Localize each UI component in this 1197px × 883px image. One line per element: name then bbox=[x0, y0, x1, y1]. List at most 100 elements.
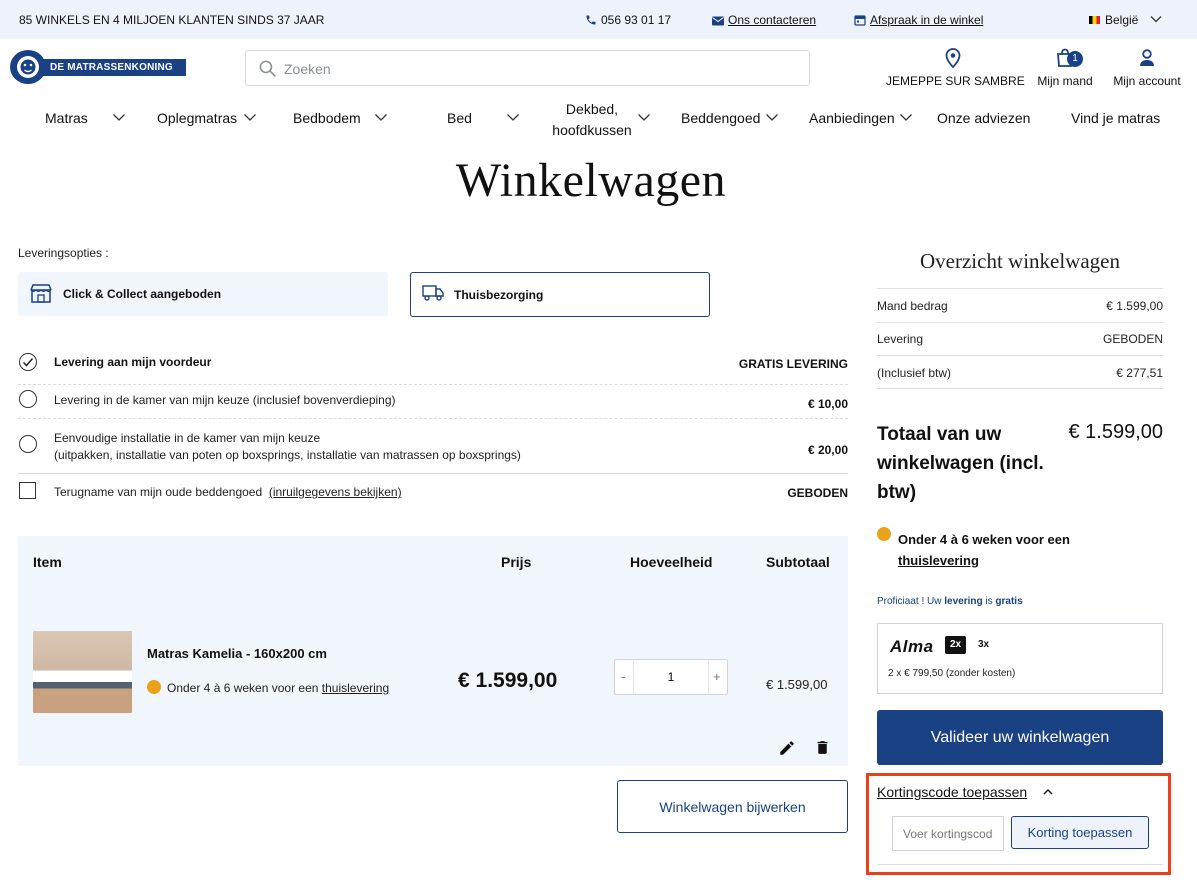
nav-item-oplegmatras[interactable]: Oplegmatras bbox=[157, 110, 237, 126]
option-front-door-label: Levering aan mijn voordeur bbox=[54, 355, 212, 369]
nav-item-adviezen[interactable]: Onze adviezen bbox=[937, 110, 1030, 126]
contact-link[interactable]: Ons contacteren bbox=[712, 13, 816, 27]
alma-2x-option[interactable]: 2x bbox=[945, 636, 966, 654]
summary-delivery-link[interactable]: thuislevering bbox=[898, 553, 979, 568]
cart-link[interactable]: Mijn mand bbox=[1033, 48, 1097, 88]
total-label: Totaal van uw winkelwagen (incl. btw) bbox=[877, 424, 1044, 503]
status-dot-icon bbox=[147, 680, 161, 694]
column-header-price: Prijs bbox=[501, 554, 532, 570]
nav-item-bedbodem[interactable]: Bedbodem bbox=[293, 110, 361, 126]
option-room-delivery-price: € 10,00 bbox=[807, 397, 848, 411]
summary-row-basket: Mand bedrag € 1.599,00 bbox=[877, 299, 1163, 313]
option-installation-price: € 20,00 bbox=[807, 443, 848, 457]
account-link[interactable]: Mijn account bbox=[1108, 48, 1186, 88]
search-icon bbox=[259, 60, 276, 77]
mail-icon bbox=[712, 16, 724, 26]
trash-icon[interactable] bbox=[814, 738, 831, 757]
divider bbox=[18, 418, 848, 419]
cart-table bbox=[18, 536, 848, 766]
column-header-item: Item bbox=[33, 554, 62, 570]
summary-basket-label: Mand bedrag bbox=[877, 299, 948, 313]
store-icon bbox=[30, 284, 52, 303]
total-value: € 1.599,00 bbox=[1068, 421, 1163, 443]
radio-room-delivery[interactable] bbox=[19, 390, 37, 408]
checkbox-take-back[interactable] bbox=[19, 482, 36, 499]
alma-payment-box[interactable]: Alma 2x 3x 2 x € 799,50 (zonder kosten) bbox=[877, 623, 1163, 694]
nav-dekbed-line2: hoofdkussen bbox=[552, 122, 632, 138]
chevron-down-icon[interactable] bbox=[637, 110, 651, 124]
search-input[interactable] bbox=[284, 59, 784, 79]
quantity-input[interactable] bbox=[633, 660, 709, 694]
home-delivery-option[interactable]: Thuisbezorging bbox=[410, 272, 710, 317]
nav-item-aanbiedingen[interactable]: Aanbiedingen bbox=[809, 110, 895, 126]
divider bbox=[877, 288, 1163, 289]
cart-label: Mijn mand bbox=[1037, 74, 1093, 88]
country-label: België bbox=[1105, 13, 1139, 27]
chevron-down-icon[interactable] bbox=[765, 110, 779, 124]
divider bbox=[877, 388, 1163, 389]
nav-item-matras[interactable]: Matras bbox=[45, 110, 88, 126]
update-cart-button[interactable]: Winkelwagen bijwerken bbox=[617, 780, 848, 833]
divider bbox=[877, 355, 1163, 356]
checkmark-icon bbox=[22, 358, 34, 367]
phone-number: 056 93 01 17 bbox=[601, 13, 672, 27]
quantity-decrease-button[interactable]: - bbox=[621, 669, 625, 684]
delivery-options-label: Leveringsopties : bbox=[18, 246, 109, 260]
nav-item-beddengoed[interactable]: Beddengoed bbox=[681, 110, 760, 126]
chevron-up-icon[interactable] bbox=[1042, 786, 1054, 798]
appointment-label: Afspraak in de winkel bbox=[870, 13, 984, 27]
product-delivery-link[interactable]: thuislevering bbox=[322, 681, 389, 695]
product-price: € 1.599,00 bbox=[458, 669, 558, 692]
chevron-down-icon[interactable] bbox=[506, 110, 520, 124]
product-delivery-info: Onder 4 à 6 weken voor een thuislevering bbox=[167, 681, 389, 695]
store-selector[interactable]: JEMEPPE SUR SAMBRE bbox=[886, 48, 1025, 88]
coupon-toggle[interactable]: Kortingscode toepassen bbox=[877, 784, 1027, 800]
divider bbox=[18, 384, 848, 385]
divider bbox=[877, 864, 1163, 865]
top-bar: 85 WINKELS EN 4 MILJOEN KLANTEN SINDS 37… bbox=[0, 0, 1197, 39]
summary-vat-value: € 277,51 bbox=[1116, 366, 1163, 380]
summary-row-vat: (Inclusief btw) € 277,51 bbox=[877, 366, 1163, 380]
contact-label: Ons contacteren bbox=[728, 13, 817, 27]
click-collect-option[interactable]: Click & Collect aangeboden bbox=[18, 272, 388, 316]
chevron-down-icon[interactable] bbox=[899, 110, 913, 124]
search-box[interactable] bbox=[245, 50, 810, 86]
summary-vat-label: (Inclusief btw) bbox=[877, 366, 952, 380]
nav-item-bed[interactable]: Bed bbox=[447, 110, 472, 126]
trade-in-link[interactable]: (inruilgegevens bekijken) bbox=[269, 485, 402, 499]
country-selector[interactable]: België bbox=[1089, 13, 1138, 27]
coupon-input[interactable] bbox=[892, 816, 1004, 851]
account-label: Mijn account bbox=[1113, 74, 1181, 88]
nav-dekbed-line1: Dekbed, bbox=[565, 101, 619, 117]
edit-icon[interactable] bbox=[778, 739, 796, 757]
cart-count-badge: 1 bbox=[1067, 51, 1083, 67]
quantity-stepper: - + bbox=[614, 659, 728, 695]
nav-item-dekbed[interactable]: Dekbed, hoofdkussen bbox=[550, 99, 634, 141]
page-title: Winkelwagen bbox=[455, 154, 727, 207]
chevron-down-icon[interactable] bbox=[374, 110, 388, 124]
summary-basket-value: € 1.599,00 bbox=[1106, 299, 1163, 313]
store-label: JEMEPPE SUR SAMBRE bbox=[886, 74, 1025, 88]
radio-installation[interactable] bbox=[19, 435, 37, 453]
nav-item-vind-je-matras[interactable]: Vind je matras bbox=[1071, 110, 1160, 126]
quantity-increase-button[interactable]: + bbox=[713, 669, 721, 684]
summary-row-delivery: Levering GEBODEN bbox=[877, 332, 1163, 346]
tagline: 85 WINKELS EN 4 MILJOEN KLANTEN SINDS 37… bbox=[19, 13, 325, 27]
phone-link[interactable]: 056 93 01 17 bbox=[585, 13, 671, 27]
option-installation-detail: (uitpakken, installatie van poten op box… bbox=[54, 448, 521, 462]
alma-3x-option[interactable]: 3x bbox=[978, 639, 989, 650]
apply-coupon-button[interactable]: Korting toepassen bbox=[1011, 816, 1149, 849]
chevron-down-icon[interactable] bbox=[1150, 13, 1162, 25]
product-image[interactable] bbox=[33, 631, 132, 713]
logo[interactable]: DE MATRASSENKONING bbox=[10, 50, 186, 84]
chevron-down-icon[interactable] bbox=[243, 110, 257, 124]
product-delivery-text: Onder 4 à 6 weken voor een bbox=[167, 681, 319, 695]
validate-cart-button[interactable]: Valideer uw winkelwagen bbox=[877, 710, 1163, 765]
radio-front-door[interactable] bbox=[19, 353, 37, 371]
belgium-flag-icon bbox=[1089, 16, 1100, 24]
product-name[interactable]: Matras Kamelia - 160x200 cm bbox=[147, 646, 327, 661]
appointment-link[interactable]: Afspraak in de winkel bbox=[854, 13, 983, 27]
column-header-subtotal: Subtotaal bbox=[766, 554, 830, 570]
free-delivery-message: Proficiaat ! Uw levering is gratis bbox=[877, 596, 1023, 607]
chevron-down-icon[interactable] bbox=[112, 110, 126, 124]
